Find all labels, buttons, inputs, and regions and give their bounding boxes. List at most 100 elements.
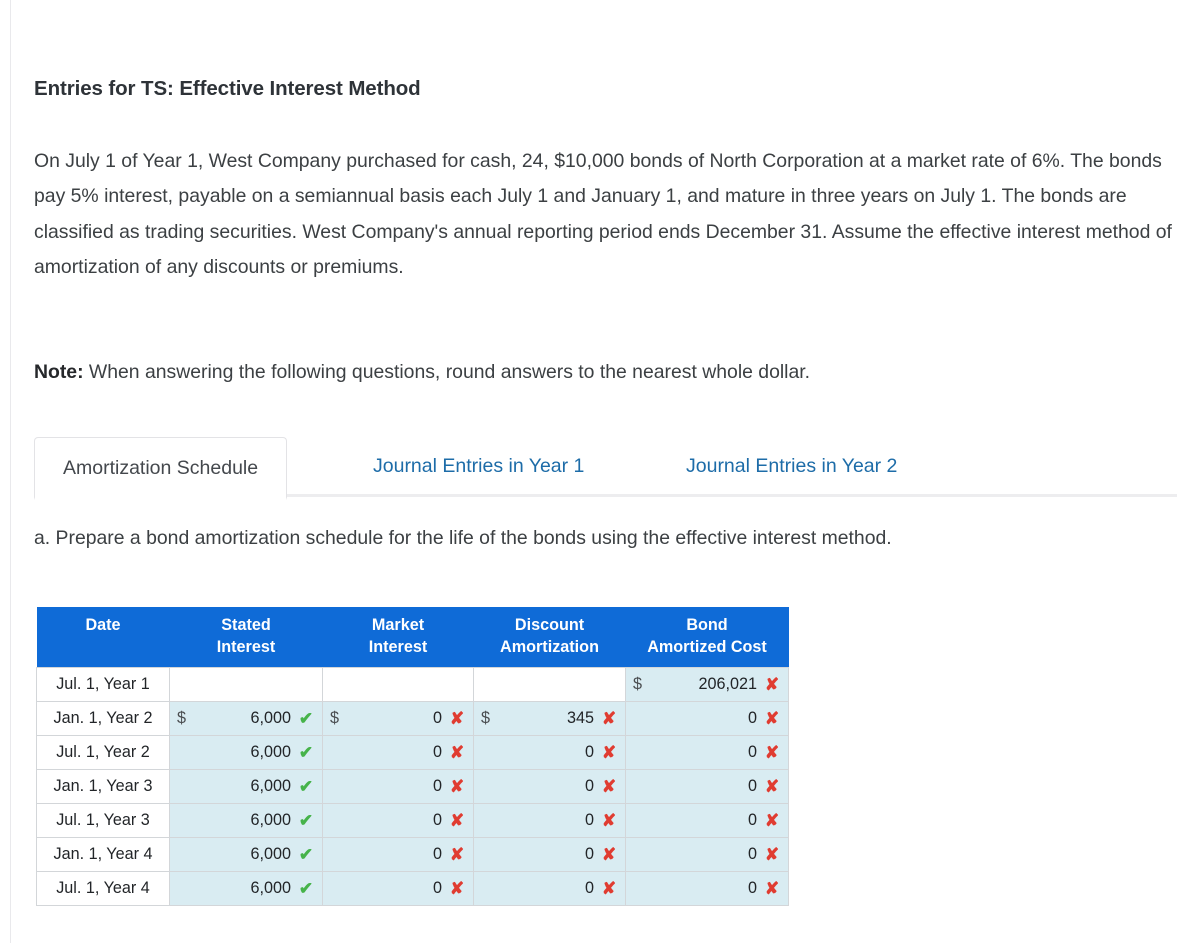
cell-value[interactable]: 0 (647, 811, 763, 830)
input-cell-discount-amortization[interactable]: 0 ✘ (473, 803, 626, 838)
incorrect-cross-icon: ✘ (764, 811, 780, 830)
tab-bar: Amortization Schedule Journal Entries in… (34, 437, 1177, 500)
incorrect-cross-icon: ✘ (601, 879, 617, 898)
currency-symbol: $ (177, 709, 187, 727)
cell-value[interactable]: 6,000 (191, 811, 297, 830)
input-cell-stated-interest[interactable]: 6,000 ✔ (169, 837, 323, 872)
input-cell-bond-amortized-cost[interactable]: 0 ✘ (625, 701, 789, 736)
cell-value[interactable]: 6,000 (191, 845, 297, 864)
cell-value[interactable]: 6,000 (191, 879, 297, 898)
table-row: Jul. 1, Year 4 6,000 ✔ 0 ✘ 0 ✘ 0 ✘ (36, 871, 789, 906)
column-header-discount-amortization: Discount Amortization (473, 607, 626, 668)
cell-value[interactable]: 0 (647, 879, 763, 898)
correct-check-icon: ✔ (298, 879, 314, 898)
column-header-discount-line2: Amortization (500, 638, 599, 656)
input-cell-bond-amortized-cost[interactable]: 0 ✘ (625, 769, 789, 804)
input-cell-market-interest[interactable]: 0 ✘ (322, 871, 474, 906)
cell-value[interactable]: 6,000 (191, 709, 297, 728)
input-cell-discount-amortization[interactable]: 0 ✘ (473, 735, 626, 770)
input-cell-bond-amortized-cost[interactable]: 0 ✘ (625, 837, 789, 872)
page-title: Entries for TS: Effective Interest Metho… (34, 77, 421, 100)
column-header-date-line1: Date (85, 616, 121, 634)
incorrect-cross-icon: ✘ (764, 675, 780, 694)
table-body: Jul. 1, Year 1 $206,021 ✘ Jan. 1, Year 2 $6,… (36, 667, 789, 906)
input-cell-stated-interest[interactable]: 6,000 ✔ (169, 735, 323, 770)
incorrect-cross-icon: ✘ (601, 845, 617, 864)
cell-value[interactable]: 0 (647, 709, 763, 728)
row-date-label: Jan. 1, Year 3 (36, 769, 170, 804)
page-gutter-line (10, 0, 11, 943)
input-cell-market-interest[interactable]: 0 ✘ (322, 803, 474, 838)
row-date-label: Jan. 1, Year 2 (36, 701, 170, 736)
row-date-label: Jul. 1, Year 1 (36, 667, 170, 702)
currency-symbol: $ (481, 709, 491, 727)
column-header-date: Date (36, 607, 170, 668)
input-cell-stated-interest (169, 667, 323, 702)
cell-value[interactable]: 0 (344, 879, 448, 898)
column-header-stated-interest: Stated Interest (169, 607, 323, 668)
column-header-bond-amortized-cost: Bond Amortized Cost (625, 607, 789, 668)
tab-journal-entries-year-1[interactable]: Journal Entries in Year 1 (359, 437, 598, 497)
cell-value[interactable]: 0 (495, 743, 600, 762)
cell-value[interactable]: 0 (495, 879, 600, 898)
incorrect-cross-icon: ✘ (449, 709, 465, 728)
input-cell-market-interest[interactable]: 0 ✘ (322, 837, 474, 872)
input-cell-bond-amortized-cost[interactable]: $206,021 ✘ (625, 667, 789, 702)
table-row: Jul. 1, Year 2 6,000 ✔ 0 ✘ 0 ✘ 0 ✘ (36, 735, 789, 770)
amortization-schedule-table: Date Stated Interest Market Interest Dis… (36, 607, 789, 906)
input-cell-bond-amortized-cost[interactable]: 0 ✘ (625, 803, 789, 838)
currency-symbol: $ (330, 709, 340, 727)
incorrect-cross-icon: ✘ (764, 777, 780, 796)
cell-value[interactable]: 0 (344, 743, 448, 762)
cell-value[interactable]: 0 (344, 811, 448, 830)
input-cell-discount-amortization[interactable]: 0 ✘ (473, 769, 626, 804)
correct-check-icon: ✔ (298, 709, 314, 728)
cell-value[interactable]: 0 (344, 709, 448, 728)
cell-value[interactable]: 0 (344, 845, 448, 864)
table-row: Jul. 1, Year 1 $206,021 ✘ (36, 667, 789, 702)
input-cell-discount-amortization[interactable]: $345 ✘ (473, 701, 626, 736)
incorrect-cross-icon: ✘ (601, 777, 617, 796)
input-cell-discount-amortization[interactable]: 0 ✘ (473, 871, 626, 906)
tab-amortization-schedule[interactable]: Amortization Schedule (34, 437, 288, 500)
input-cell-stated-interest[interactable]: 6,000 ✔ (169, 871, 323, 906)
cell-value[interactable]: 206,021 (647, 675, 763, 694)
table-row: Jan. 1, Year 2 $6,000 ✔ $0 ✘ $345 ✘ 0 ✘ (36, 701, 789, 736)
cell-value[interactable]: 6,000 (191, 777, 297, 796)
incorrect-cross-icon: ✘ (764, 743, 780, 762)
cell-value[interactable]: 0 (495, 777, 600, 796)
table-row: Jan. 1, Year 4 6,000 ✔ 0 ✘ 0 ✘ 0 ✘ (36, 837, 789, 872)
cell-value[interactable]: 345 (495, 709, 600, 728)
page-root: Entries for TS: Effective Interest Metho… (0, 0, 1200, 943)
input-cell-bond-amortized-cost[interactable]: 0 ✘ (625, 871, 789, 906)
cell-value[interactable]: 0 (495, 811, 600, 830)
input-cell-market-interest[interactable]: 0 ✘ (322, 769, 474, 804)
note-body: When answering the following questions, … (83, 361, 811, 383)
tab-journal-entries-year-2[interactable]: Journal Entries in Year 2 (672, 437, 911, 497)
cell-value[interactable]: 0 (647, 845, 763, 864)
amortization-table-wrapper: Date Stated Interest Market Interest Dis… (36, 607, 789, 906)
row-date-label: Jul. 1, Year 3 (36, 803, 170, 838)
input-cell-discount-amortization[interactable]: 0 ✘ (473, 837, 626, 872)
input-cell-market-interest[interactable]: 0 ✘ (322, 735, 474, 770)
incorrect-cross-icon: ✘ (449, 811, 465, 830)
cell-value[interactable]: 0 (344, 777, 448, 796)
input-cell-stated-interest[interactable]: 6,000 ✔ (169, 769, 323, 804)
note-text: Note: When answering the following quest… (34, 358, 810, 386)
input-cell-market-interest[interactable]: $0 ✘ (322, 701, 474, 736)
input-cell-discount-amortization (473, 667, 626, 702)
input-cell-stated-interest[interactable]: $6,000 ✔ (169, 701, 323, 736)
input-cell-stated-interest[interactable]: 6,000 ✔ (169, 803, 323, 838)
table-head: Date Stated Interest Market Interest Dis… (36, 607, 789, 668)
table-header-row: Date Stated Interest Market Interest Dis… (36, 607, 789, 668)
column-header-stated-line1: Stated (221, 616, 271, 634)
cell-value[interactable]: 0 (647, 777, 763, 796)
input-cell-bond-amortized-cost[interactable]: 0 ✘ (625, 735, 789, 770)
cell-value[interactable]: 0 (495, 845, 600, 864)
currency-symbol: $ (633, 675, 643, 693)
requirement-a-prompt: a. Prepare a bond amortization schedule … (34, 527, 892, 549)
cell-value[interactable]: 0 (647, 743, 763, 762)
column-header-discount-line1: Discount (514, 616, 585, 634)
column-header-stated-line2: Interest (216, 638, 276, 656)
cell-value[interactable]: 6,000 (191, 743, 297, 762)
